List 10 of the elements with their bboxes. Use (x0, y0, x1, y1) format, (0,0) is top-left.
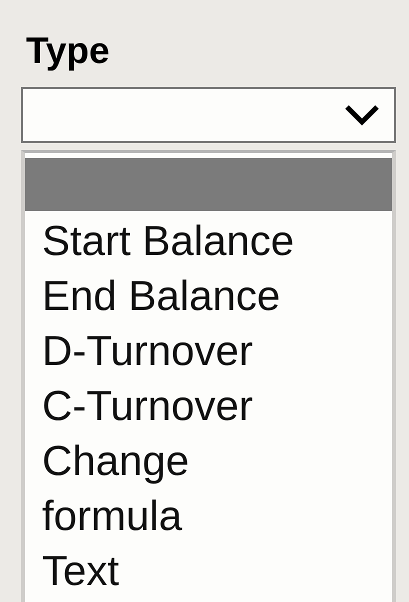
dropdown-option[interactable]: End Balance (25, 268, 392, 323)
select-field[interactable] (21, 87, 396, 143)
field-label: Type (26, 30, 110, 72)
dropdown-option[interactable]: C-Turnover (25, 378, 392, 433)
dropdown-option[interactable]: Text (25, 543, 392, 598)
dropdown-option[interactable]: D-Turnover (25, 323, 392, 378)
dropdown-option[interactable]: Change (25, 433, 392, 488)
dropdown-option[interactable]: formula (25, 488, 392, 543)
dropdown-option[interactable]: Start Balance (25, 213, 392, 268)
chevron-icon (344, 104, 380, 126)
